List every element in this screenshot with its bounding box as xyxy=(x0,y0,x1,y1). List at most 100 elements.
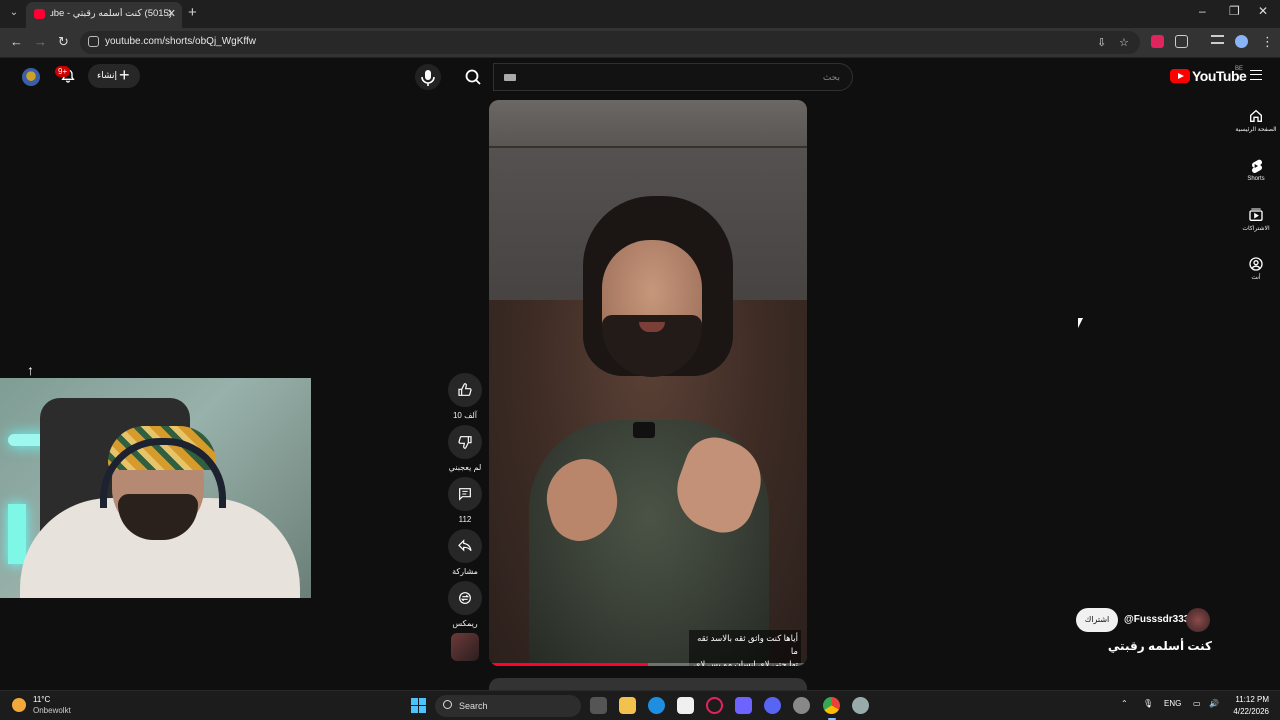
account-avatar[interactable] xyxy=(22,68,40,86)
dislike-button[interactable] xyxy=(448,425,482,459)
install-app-icon[interactable]: ⇩ xyxy=(1097,36,1106,49)
subscribe-button[interactable]: اشتراك xyxy=(1076,608,1118,632)
windows-start-icon[interactable] xyxy=(411,698,426,713)
voice-search-button[interactable] xyxy=(415,64,441,90)
settings-gear-icon[interactable] xyxy=(852,697,869,714)
next-short-preview[interactable] xyxy=(489,678,807,690)
chrome-icon[interactable] xyxy=(823,697,840,714)
app-icon[interactable] xyxy=(793,697,810,714)
country-code: BE xyxy=(1235,66,1244,72)
search-icon xyxy=(465,69,481,85)
address-bar[interactable]: youtube.com/shorts/obQj_WgKffw ⇩ ☆ xyxy=(80,31,1140,54)
remix-icon xyxy=(459,592,471,604)
video-ceiling xyxy=(489,100,807,148)
network-icon[interactable]: ▭ xyxy=(1193,699,1201,708)
share-action[interactable]: مشاركة xyxy=(447,529,483,576)
youtube-logo-icon[interactable] xyxy=(1170,69,1190,83)
channel-handle[interactable]: @Fusssdr333 xyxy=(1124,614,1189,625)
short-title[interactable]: كنت أسلمه رقبتي xyxy=(1108,639,1212,653)
comments-action[interactable]: 112 xyxy=(447,477,483,524)
guide-menu-icon[interactable] xyxy=(1250,70,1262,80)
task-view-icon[interactable] xyxy=(590,697,607,714)
create-button[interactable]: إنشاء + xyxy=(88,64,140,88)
browser-tab[interactable]: (5015) كنت أسلمه رقبتي - YouTube ✕ xyxy=(26,2,182,28)
opera-icon[interactable] xyxy=(706,697,723,714)
youtube-favicon-icon xyxy=(34,9,45,19)
keyboard-icon[interactable] xyxy=(504,74,516,81)
guide-label: الاشتراكات xyxy=(1242,226,1270,232)
youtube-header: 9+ إنشاء + بحث YouTube BE xyxy=(0,58,1280,96)
app-icon[interactable] xyxy=(735,697,752,714)
file-explorer-icon[interactable] xyxy=(619,697,636,714)
window-close-icon[interactable]: ✕ xyxy=(1258,4,1268,18)
language-indicator[interactable]: ENG xyxy=(1164,699,1181,708)
profile-icon[interactable] xyxy=(1235,35,1248,48)
windows-taskbar: 11°C Onbewolkt Search ⌃ 🎙 ENG ▭ 🔊 11:12 … xyxy=(0,690,1280,720)
guide-item-you[interactable]: أنت xyxy=(1234,256,1278,281)
sound-thumbnail[interactable] xyxy=(451,633,479,661)
thumb-up-icon xyxy=(458,383,472,396)
guide-item-home[interactable]: الصفحة الرئيسية xyxy=(1234,108,1278,133)
chrome-menu-icon[interactable]: ⋮ xyxy=(1261,34,1274,50)
discord-icon[interactable] xyxy=(764,697,781,714)
video-progress-fill xyxy=(489,663,648,666)
screen: ⌄ (5015) كنت أسلمه رقبتي - YouTube ✕ + –… xyxy=(0,0,1280,720)
guide-item-shorts[interactable]: Shorts xyxy=(1234,158,1278,182)
back-icon[interactable]: ← xyxy=(10,34,23,49)
remix-button[interactable] xyxy=(448,581,482,615)
tab-close-icon[interactable]: ✕ xyxy=(167,7,176,20)
share-icon xyxy=(458,539,472,552)
tab-search-chevron-icon[interactable]: ⌄ xyxy=(6,5,22,21)
browser-toolbar: ← → ↻ youtube.com/shorts/obQj_WgKffw ⇩ ☆… xyxy=(0,28,1280,58)
remix-action[interactable]: ريمكس xyxy=(447,581,483,628)
volume-icon[interactable]: 🔊 xyxy=(1209,699,1219,708)
like-action[interactable]: 10 آلف xyxy=(447,373,483,420)
clock-time: 11:12 PM xyxy=(1235,695,1269,704)
weather-temperature[interactable]: 11°C xyxy=(33,695,50,704)
taskbar-search[interactable]: Search xyxy=(435,695,581,717)
taskbar-clock[interactable]: 11:12 PM 4/22/2026 xyxy=(1225,694,1269,718)
microphone-tray-icon[interactable]: 🎙 xyxy=(1143,699,1153,708)
url-text: youtube.com/shorts/obQj_WgKffw xyxy=(105,36,256,47)
thumb-down-icon xyxy=(458,436,472,449)
dislike-action[interactable]: لم يعجبني xyxy=(447,425,483,472)
channel-avatar[interactable] xyxy=(1186,608,1210,632)
site-info-icon[interactable] xyxy=(88,36,99,47)
share-button[interactable] xyxy=(448,529,482,563)
search-button[interactable] xyxy=(453,64,493,90)
video-caption: أياها كنت واثق ثقه بالاسد ثقه ما تها حتى… xyxy=(689,630,801,666)
restore-icon[interactable]: ❐ xyxy=(1229,4,1240,18)
short-video-player[interactable]: أياها كنت واثق ثقه بالاسد ثقه ما تها حتى… xyxy=(489,100,807,666)
like-button[interactable] xyxy=(448,373,482,407)
weather-moon-icon[interactable] xyxy=(12,698,26,712)
home-icon xyxy=(1250,109,1262,122)
reload-icon[interactable]: ↻ xyxy=(58,34,69,50)
weather-condition[interactable]: Onbewolkt xyxy=(33,706,71,715)
minimize-icon[interactable]: – xyxy=(1199,4,1206,18)
extensions-puzzle-icon[interactable] xyxy=(1175,35,1188,48)
guide-item-subscriptions[interactable]: الاشتراكات xyxy=(1234,207,1278,232)
store-icon[interactable] xyxy=(677,697,694,714)
edge-icon[interactable] xyxy=(648,697,665,714)
guide-label: Shorts xyxy=(1247,176,1265,182)
video-progress-bar[interactable] xyxy=(489,663,807,666)
bookmark-star-icon[interactable]: ☆ xyxy=(1119,36,1129,49)
extension-icon[interactable] xyxy=(1151,35,1164,48)
like-count: 10 آلف xyxy=(452,411,478,420)
arrow-up-icon[interactable]: ↑ xyxy=(27,362,34,378)
comments-button[interactable] xyxy=(448,477,482,511)
remix-label: ريمكس xyxy=(452,619,478,628)
tray-overflow-icon[interactable]: ⌃ xyxy=(1121,699,1128,708)
media-controls-icon[interactable] xyxy=(1211,35,1224,44)
search-icon xyxy=(443,700,452,709)
subscriptions-icon xyxy=(1249,208,1263,221)
notification-badge: 9+ xyxy=(55,66,71,77)
tab-title: (5015) كنت أسلمه رقبتي - YouTube xyxy=(50,8,172,19)
shorts-icon xyxy=(1251,159,1263,174)
neon-light xyxy=(8,504,26,564)
search-input[interactable]: بحث xyxy=(493,63,853,91)
new-tab-icon[interactable]: + xyxy=(188,4,197,21)
forward-icon[interactable]: → xyxy=(34,34,47,49)
you-icon xyxy=(1249,257,1263,271)
comment-icon xyxy=(459,488,471,501)
